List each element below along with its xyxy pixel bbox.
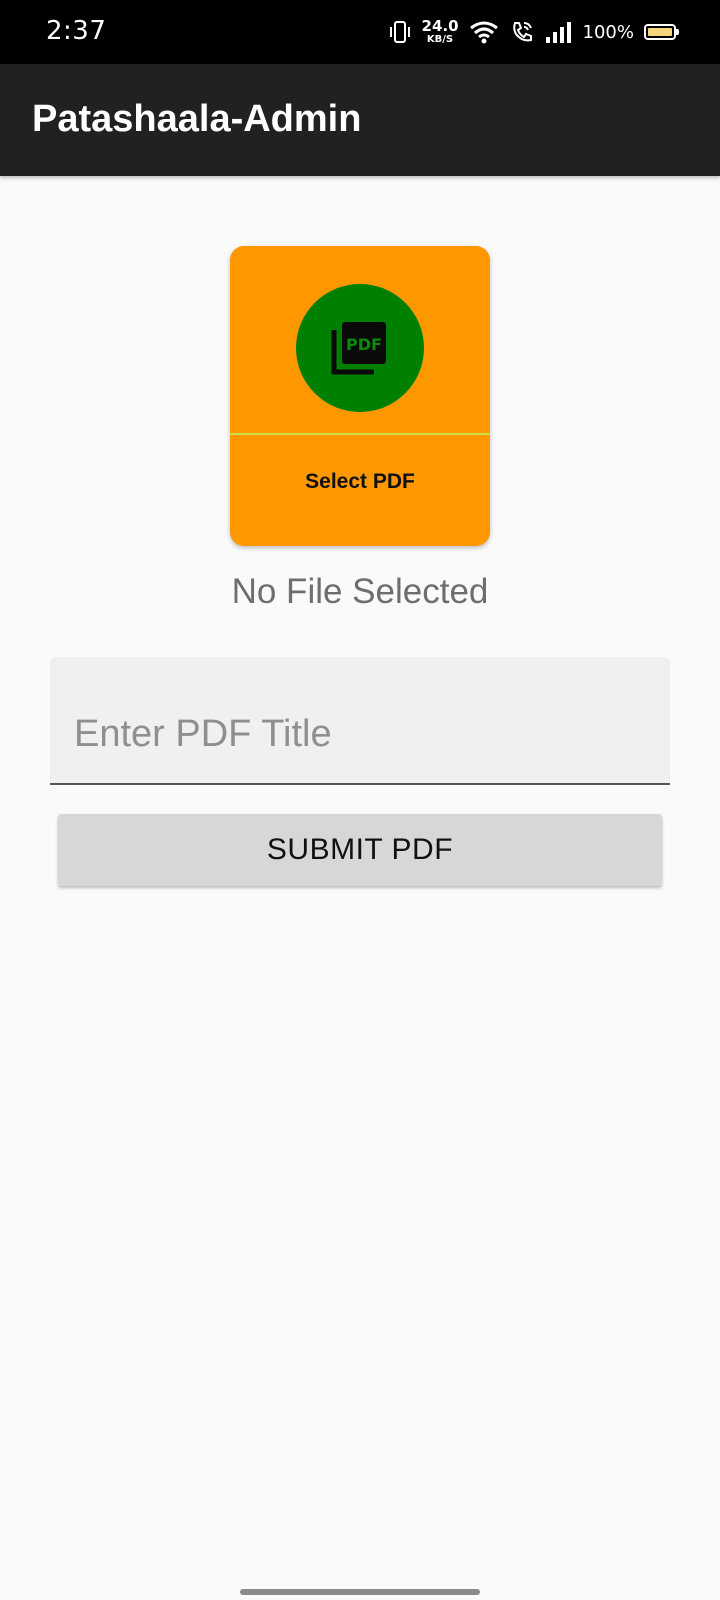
app-title: Patashaala-Admin xyxy=(32,98,362,140)
network-speed: 24.0 KB/S xyxy=(422,19,459,45)
submit-pdf-button[interactable]: SUBMIT PDF xyxy=(58,814,662,886)
wifi-call-icon xyxy=(512,22,532,42)
battery-icon xyxy=(644,24,679,40)
select-pdf-card[interactable]: PDF Select PDF xyxy=(230,246,490,546)
pdf-title-field[interactable] xyxy=(50,657,670,785)
svg-text:PDF: PDF xyxy=(346,335,382,354)
vibrate-icon xyxy=(389,21,410,43)
status-icons: 24.0 KB/S 100% xyxy=(388,14,679,50)
app-bar: Patashaala-Admin xyxy=(0,64,720,176)
card-divider xyxy=(230,433,490,435)
network-speed-value: 24.0 xyxy=(421,17,459,35)
pdf-title-input[interactable] xyxy=(74,709,644,759)
pdf-icon: PDF xyxy=(331,322,386,375)
file-status-text: No File Selected xyxy=(231,572,489,611)
status-time: 2:37 xyxy=(46,16,107,46)
battery-percent: 100% xyxy=(582,21,634,43)
gesture-bar[interactable] xyxy=(240,1589,480,1595)
pdf-icon-circle: PDF xyxy=(296,284,424,412)
network-speed-unit: KB/S xyxy=(426,34,454,45)
status-bar: 2:37 24.0 KB/S 100% xyxy=(0,0,720,64)
wifi-icon xyxy=(469,21,498,44)
signal-icon xyxy=(545,22,571,43)
select-pdf-label: Select PDF xyxy=(305,470,415,493)
